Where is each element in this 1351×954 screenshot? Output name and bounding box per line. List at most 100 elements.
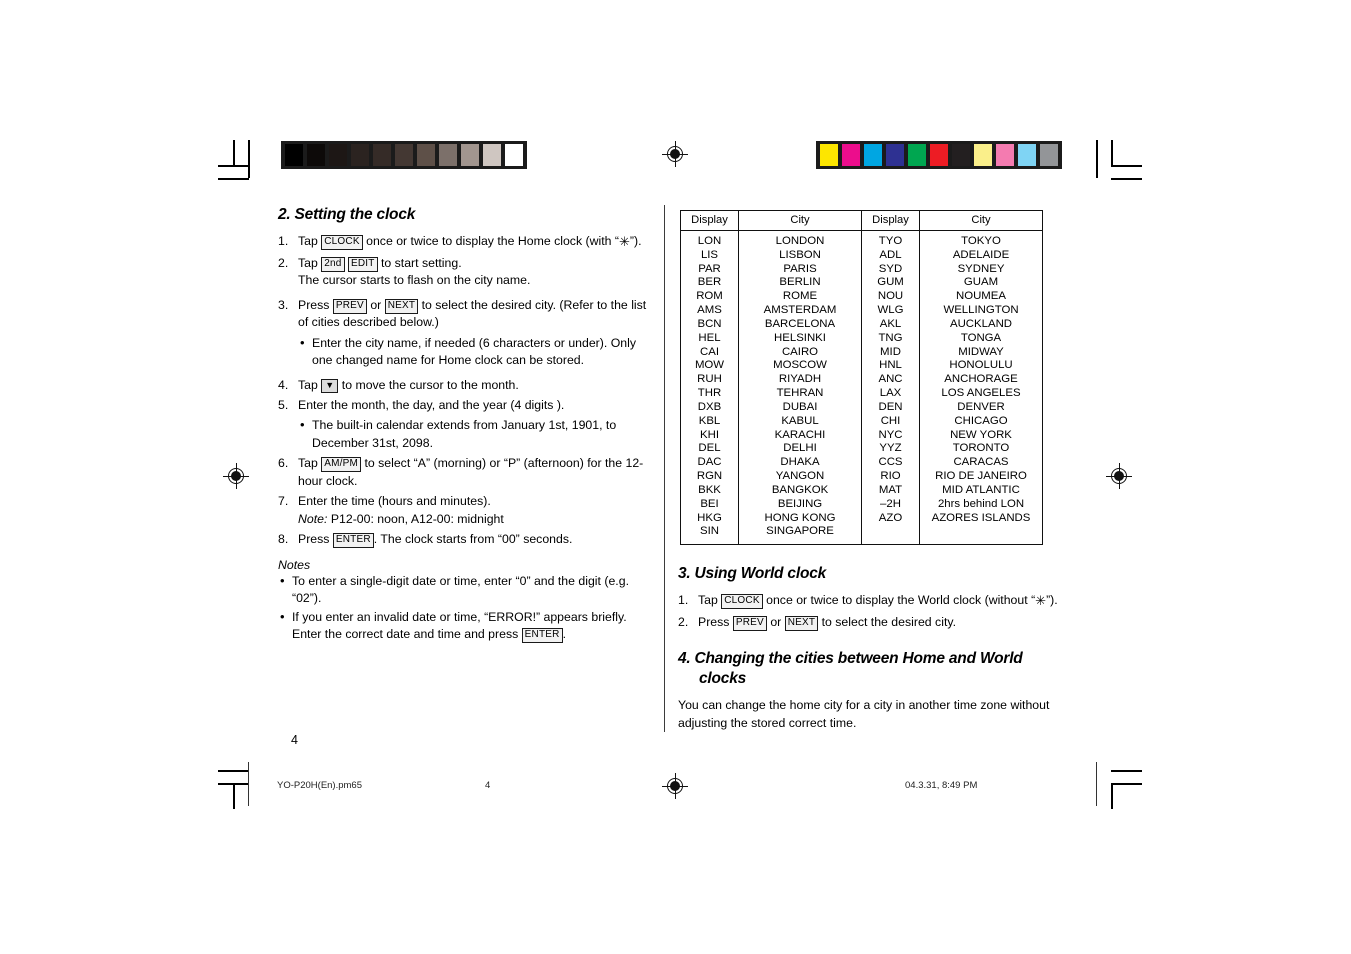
cell-city-right: GUAM [963,276,999,289]
cell-display-right: AKL [861,317,920,332]
cell-city-left: SINGAPORE [738,525,862,545]
key-down-arrow-icon[interactable]: ▼ [321,378,339,393]
table-row: BCN BARCELONA AKL AUCKLAND [680,317,1043,332]
section-3-heading: 3. Using World clock [678,564,1068,583]
section-2-step: 7. Enter the time (hours and minutes). Not… [278,493,650,528]
grayscale-swatch-6 [417,144,435,166]
key-next[interactable]: NEXT [784,615,819,631]
section-3-title: Using World clock [694,564,827,582]
section-2-step: 3. Press PREV or NEXT to select the desir… [278,297,650,370]
section-2-step-number: 8. [278,532,289,547]
cell-city-left: HONG KONG [738,511,862,526]
cell-city-right: SYDNEY [957,262,1005,275]
table-row: LIS LISBON ADL ADELAIDE [680,248,1043,263]
cell-display-left: BEI [680,497,739,512]
crop-mark-top-left-bar [248,140,250,178]
section-2-step-bullets: • The built-in calendar extends from Janu… [298,417,650,452]
cell-display-left: HEL [680,331,739,346]
key-next[interactable]: NEXT [384,298,419,314]
section-3-step-text: Press PREV or NEXT to select the desired… [698,614,957,631]
cell-city-left: BARCELONA [738,317,862,332]
cell-display-left: KHI [680,428,739,443]
note-item: • To enter a single-digit date or time, e… [280,572,629,606]
cell-city-right: TONGA [960,331,1002,344]
section-2-step-number: 1. [278,234,289,249]
page-content: 2. Setting the clock 1. Tap CLOCK once or … [278,205,1068,735]
cell-city-left: LISBON [738,248,862,263]
color-swatch-8 [996,144,1014,166]
grayscale-swatch-8 [461,144,479,166]
crop-mark-bottom-right-outer [1111,770,1142,772]
key-prev[interactable]: PREV [332,298,367,314]
cell-city-left: HELSINKI [738,331,862,346]
cell-display-right: ADL [861,248,920,263]
cell-display-right: ANC [861,373,920,387]
cell-city-right [920,525,1043,544]
cell-city-left: BANGKOK [738,483,862,498]
section-2-step-number: 2. [278,255,289,270]
cell-city-right: DENVER [957,400,1005,413]
grayscale-swatch-9 [483,144,501,166]
cell-city-right: AUCKLAND [949,317,1013,330]
footer-timestamp: 04.3.31, 8:49 PM [905,780,978,791]
cell-display-left: HKG [680,511,739,526]
section-2-step-text: Tap AM/PM to select “A” (morning) or “P”… [298,456,644,488]
key-enter[interactable]: ENTER [332,533,374,549]
crop-mark-bottom-right-vertical [1111,783,1113,809]
cell-display-right: CCS [861,456,920,470]
cell-display-left: LON [680,230,739,249]
color-swatch-5 [930,144,948,166]
color-swatch-2 [864,144,882,166]
column-divider-rule [664,205,665,732]
cell-city-left: TEHRAN [738,386,862,401]
cell-city-left: AMSTERDAM [738,303,862,318]
color-swatch-3 [886,144,904,166]
cell-display-left: MOW [680,359,739,374]
color-swatch-0 [820,144,838,166]
bullet-icon: • [280,608,285,624]
table-row: HEL HELSINKI TNG TONGA [680,331,1043,346]
key-clock[interactable]: CLOCK [321,235,363,251]
cell-display-left: DAC [680,456,739,470]
city-code-table: Display City Display City LON LONDON TYO TO… [680,210,1043,545]
cell-city-right: MIDWAY [958,345,1004,358]
cell-display-right: –2H [861,497,920,512]
section-2-step: 1. Tap CLOCK once or twice to display the… [278,233,650,251]
section-2-notes: • To enter a single-digit date or time, e… [278,573,650,644]
table-row: RUH RIYADH ANC ANCHORAGE [680,373,1043,387]
color-swatch-1 [842,144,860,166]
crop-mark-top-left-outer [218,178,249,180]
cell-display-right: SYD [861,262,920,277]
footer-filename: YO-P20H(En).pm65 [277,780,363,791]
key-2nd[interactable]: 2nd [321,256,345,272]
key-edit[interactable]: EDIT [347,256,378,272]
cell-display-left: THR [680,386,739,401]
key-clock[interactable]: CLOCK [721,594,763,610]
cell-display-right: MID [861,345,920,360]
section-4-title: Changing the cities between Home and Wor… [694,650,1023,687]
section-2-step-number: 4. [278,377,289,392]
section-4-heading: 4. Changing the cities between Home and W… [678,649,1068,688]
cell-display-right: NOU [861,290,920,304]
section-2-number: 2. [278,206,291,223]
color-swatch-9 [1018,144,1036,166]
cell-city-right: ANCHORAGE [944,373,1018,386]
section-2-step-number: 5. [278,398,289,412]
registration-mark-left [223,463,249,489]
key-prev[interactable]: PREV [732,615,767,631]
cell-city-left: PARIS [738,262,862,277]
cell-city-right: NEW YORK [950,428,1012,441]
cell-display-left: BCN [680,317,739,332]
grayscale-calibration-bar [281,141,527,169]
cell-city-right: HONOLULU [949,359,1013,372]
cell-city-left: KARACHI [738,428,862,443]
color-swatch-6 [952,144,970,166]
key-am-pm[interactable]: AM/PM [321,457,362,473]
cell-display-left: KBL [680,414,739,429]
section-2-step-text: Tap 2nd EDIT to start setting. The cursor… [298,255,531,288]
grayscale-swatch-7 [439,144,457,166]
key-enter[interactable]: ENTER [521,627,563,643]
crop-mark-top-right-outer [1111,178,1142,180]
table-row: SIN SINGAPORE [680,525,1043,545]
cell-display-left: PAR [680,262,739,277]
